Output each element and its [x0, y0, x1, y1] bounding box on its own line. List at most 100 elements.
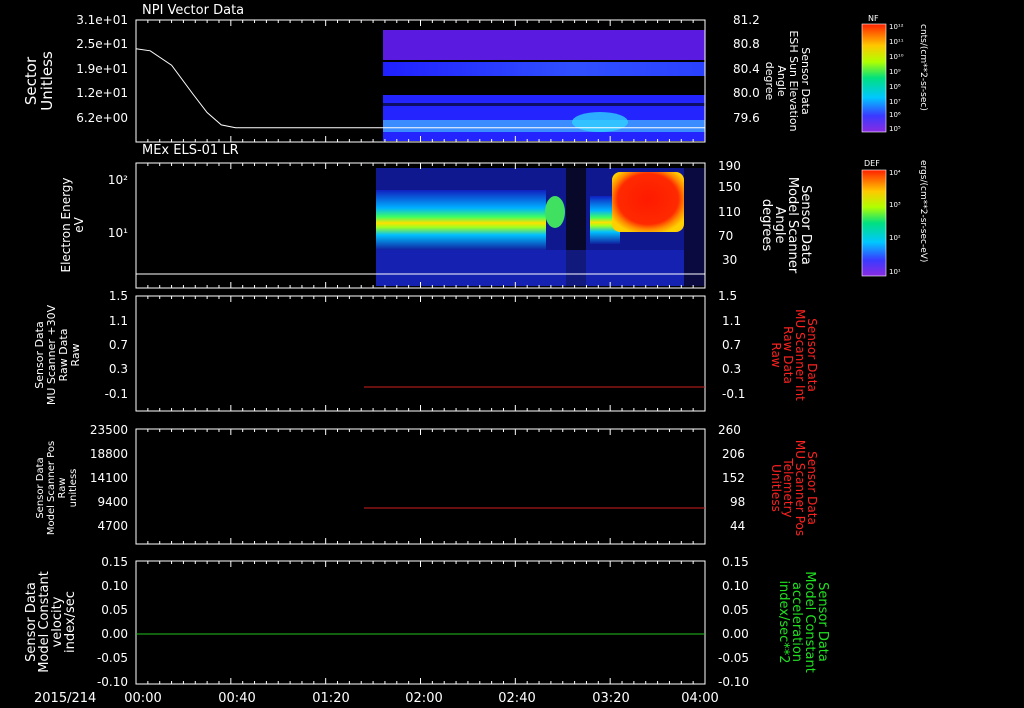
npi-left-tick: 6.2e+00 — [76, 111, 128, 125]
npi-band-cyan — [383, 120, 705, 132]
plot-canvas: NPI Vector Data Sector Unitless 3.1e+01 … — [22, 3, 928, 706]
panel4-right-tick: 260 — [718, 423, 741, 437]
time-axis: 2015/214 00:00 00:40 01:20 02:00 02:40 0… — [34, 691, 719, 706]
npi-colorbar-tick: 10¹⁰ — [889, 53, 904, 61]
npi-colorbar-units: cnts/(cm**2-sr-sec) — [918, 24, 928, 111]
els-green-blob — [545, 196, 565, 228]
panel4-right-tick: 206 — [722, 447, 745, 461]
panel5-right-label-4: index/sec**2 — [776, 580, 791, 663]
panel4-right-ticks: 260 206 152 98 44 — [718, 423, 745, 533]
npi-right-tick: 81.2 — [733, 13, 760, 27]
panel4-left-tick: 14100 — [90, 471, 128, 485]
time-tick-label: 02:00 — [405, 691, 442, 706]
panel-els: MEx ELS-01 LR Electron Energy eV 10² 10¹… — [59, 143, 928, 289]
npi-band-gap — [383, 76, 705, 94]
npi-colorbar-tick: 10⁷ — [889, 98, 901, 106]
els-colorbar-tick: 10⁴ — [889, 169, 901, 177]
els-right-tick: 70 — [718, 229, 733, 243]
panel3-left-label-4: Raw — [69, 343, 82, 366]
npi-band-low — [383, 95, 705, 141]
els-left-tick: 10¹ — [108, 226, 128, 240]
npi-colorbar-tick: 10¹² — [889, 23, 904, 31]
els-left-ticks: 10² 10¹ — [108, 173, 128, 240]
panel5-right-tick: -0.10 — [718, 675, 749, 689]
time-tick-label: 00:00 — [124, 691, 161, 706]
els-spectrogram — [376, 168, 705, 286]
panel3-left-tick: 0.3 — [109, 362, 128, 376]
time-tick-label: 03:20 — [592, 691, 629, 706]
panel5-left-tick: 0.05 — [101, 603, 128, 617]
panel3-right-tick: 1.5 — [718, 289, 737, 303]
els-right-label-4: degrees — [759, 199, 774, 252]
panel4-left-tick: 9400 — [97, 495, 128, 509]
panel-model-constant: Sensor Data Model Constant velocity inde… — [24, 555, 830, 689]
els-colorbar-title: DEF — [864, 159, 880, 168]
npi-right-tick: 80.4 — [733, 62, 760, 76]
panel4-left-label-2: Model Scanner Pos — [46, 441, 57, 535]
panel4-right-tick: 98 — [730, 495, 745, 509]
els-low-noise — [376, 250, 705, 286]
npi-right-tick: 80.0 — [733, 86, 760, 100]
panel-els-title: MEx ELS-01 LR — [142, 143, 239, 158]
panel5-left-ticks: 0.15 0.10 0.05 0.00 -0.05 -0.10 — [97, 555, 128, 689]
els-main-band — [376, 190, 546, 250]
panel3-frame — [135, 295, 706, 412]
els-colorbar-tick: 10¹ — [889, 268, 901, 276]
panel5-right-tick: -0.05 — [718, 651, 749, 665]
els-right-ticks: 190 150 110 70 30 — [718, 159, 741, 267]
els-colorbar-scale — [861, 169, 887, 277]
npi-left-label-2: Unitless — [38, 51, 56, 111]
npi-right-ticks: 81.2 80.8 80.4 80.0 79.6 — [733, 13, 760, 125]
panel5-left-label-4: index/sec — [63, 591, 78, 653]
npi-colorbar-tick: 10⁸ — [889, 83, 901, 91]
npi-hotspot — [572, 112, 628, 132]
els-right-tick: 30 — [722, 253, 737, 267]
time-axis-date: 2015/214 — [34, 691, 96, 706]
panel4-right-tick: 44 — [730, 519, 745, 533]
panel5-left-tick: -0.05 — [97, 651, 128, 665]
panel4-left-label-1: Sensor Data — [35, 457, 46, 518]
panel3-left-label: Sensor Data MU Scanner +30V Raw Data Raw — [33, 304, 82, 405]
npi-right-label-4: degree — [763, 62, 776, 101]
els-colorbar: DEF 10⁴ 10³ 10² 10¹ ergs/(cm**2-sr-sec-e… — [861, 159, 928, 277]
panel5-left-tick: 0.15 — [101, 555, 128, 569]
panel5-left-tick: 0.10 — [101, 579, 128, 593]
time-tick-label: 00:40 — [218, 691, 255, 706]
panel5-left-tick: 0.00 — [101, 627, 128, 641]
els-left-label-1: Electron Energy — [59, 177, 73, 272]
panel5-right-tick: 0.00 — [722, 627, 749, 641]
panel5-right-tick: 0.10 — [722, 579, 749, 593]
npi-band-top — [383, 30, 705, 60]
els-colorbar-units: ergs/(cm**2-sr-sec-eV) — [918, 160, 928, 262]
panel4-left-tick: 23500 — [90, 423, 128, 437]
els-colorbar-tick: 10² — [889, 234, 901, 242]
panel-npi: NPI Vector Data Sector Unitless 3.1e+01 … — [22, 3, 928, 143]
time-tick-label: 02:40 — [498, 691, 535, 706]
panel3-left-tick: 1.1 — [109, 314, 128, 328]
npi-colorbar-tick: 10⁶ — [889, 111, 901, 119]
npi-colorbar-tick: 10⁵ — [889, 125, 901, 133]
time-tick-label: 04:00 — [681, 691, 718, 706]
panel3-left-tick: -0.1 — [105, 387, 128, 401]
panel5-right-tick: 0.05 — [722, 603, 749, 617]
els-right-tick: 150 — [718, 180, 741, 194]
panel3-left-tick: 1.5 — [109, 289, 128, 303]
panel3-right-tick: -0.1 — [722, 387, 745, 401]
els-right-tick: 110 — [718, 205, 741, 219]
panel4-right-label-4: Unitless — [769, 464, 783, 512]
panel4-right-tick: 152 — [722, 471, 745, 485]
npi-right-tick: 79.6 — [733, 111, 760, 125]
npi-left-ticks: 3.1e+01 2.5e+01 1.9e+01 1.2e+01 6.2e+00 — [76, 13, 128, 125]
npi-colorbar: NF 10¹² 10¹¹ 10¹⁰ 10⁹ 10⁸ 10⁷ 10⁶ 10⁵ cn… — [861, 14, 928, 133]
time-tick-label: 01:20 — [312, 691, 349, 706]
panel5-left-tick: -0.10 — [97, 675, 128, 689]
panel-npi-title: NPI Vector Data — [142, 3, 244, 18]
npi-spectrogram — [383, 30, 705, 141]
els-left-label: Electron Energy eV — [59, 177, 86, 272]
panel3-right-tick: 0.3 — [722, 362, 741, 376]
panel3-right-tick: 1.1 — [722, 314, 741, 328]
els-left-tick: 10² — [108, 173, 128, 187]
npi-right-tick: 80.8 — [733, 37, 760, 51]
els-right-label: Sensor Data Model Scanner Angle degrees — [759, 177, 813, 274]
panel3-right-tick: 0.7 — [722, 338, 741, 352]
